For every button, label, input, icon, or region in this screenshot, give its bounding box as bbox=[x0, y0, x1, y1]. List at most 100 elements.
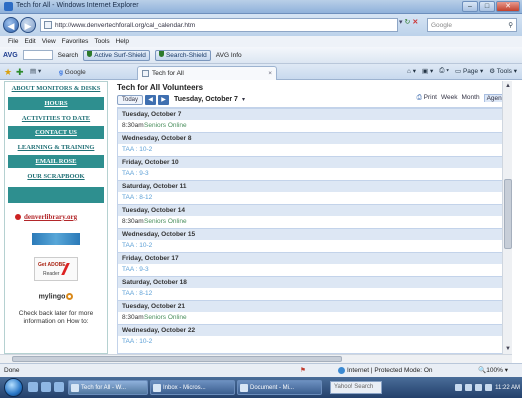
favorites-star-icon[interactable]: ★ bbox=[4, 67, 14, 77]
quicklaunch-desktop-icon[interactable] bbox=[54, 382, 64, 392]
menu-edit[interactable]: Edit bbox=[24, 36, 35, 47]
prev-arrow-button[interactable]: ◀ bbox=[145, 94, 157, 105]
clock[interactable]: 11:22 AM bbox=[495, 385, 520, 391]
quicklaunch-ie-icon[interactable] bbox=[28, 382, 38, 392]
zoom-level[interactable]: 🔍100% ▾ bbox=[478, 364, 508, 377]
page-menu[interactable]: ▭ Page ▾ bbox=[455, 67, 483, 75]
tab-tech-for-all[interactable]: Tech for All × bbox=[137, 66, 277, 80]
event-title[interactable]: TAA : 9-3 bbox=[122, 264, 149, 276]
menu-tools[interactable]: Tools bbox=[94, 36, 109, 47]
event-title[interactable]: Seniors Online bbox=[144, 120, 187, 132]
quicklaunch-folder-icon[interactable] bbox=[41, 382, 51, 392]
active-surf-shield-button[interactable]: Active Surf-Shield bbox=[83, 49, 150, 61]
task-document[interactable]: Document - Mi... bbox=[237, 380, 322, 395]
globe-icon bbox=[338, 366, 345, 374]
tray-antivirus-icon[interactable] bbox=[475, 384, 483, 391]
toolbar-search-field[interactable] bbox=[22, 50, 53, 60]
event-title[interactable]: TAA : 10-2 bbox=[122, 144, 152, 156]
quick-tabs-icon[interactable]: ▤ ▾ bbox=[30, 67, 41, 75]
dropdown-arrow-icon[interactable]: ▾ bbox=[399, 18, 403, 26]
agenda-day-header: Tuesday, October 7 bbox=[118, 108, 505, 120]
refresh-icon[interactable]: ↻ bbox=[405, 18, 411, 26]
tools-menu[interactable]: ⚙ Tools ▾ bbox=[489, 67, 517, 75]
about-monitors-link[interactable]: ABOUT MONITORS & DISKS bbox=[5, 85, 107, 93]
minimize-button[interactable]: – bbox=[462, 1, 478, 12]
search-shield-button[interactable]: Search-Shield bbox=[154, 49, 211, 61]
print-button[interactable]: ⎙ Print bbox=[417, 94, 437, 102]
close-tab-icon[interactable]: × bbox=[268, 67, 272, 80]
close-button[interactable]: ✕ bbox=[496, 1, 520, 12]
security-warning-icon[interactable]: ⚑ bbox=[300, 364, 306, 377]
tab-month[interactable]: Month bbox=[462, 94, 480, 102]
active-surf-shield-label: Active Surf-Shield bbox=[94, 51, 146, 59]
address-bar[interactable]: http://www.denvertechforall.org/cal_cale… bbox=[40, 18, 398, 32]
event-title[interactable]: TAA : 8-12 bbox=[122, 288, 152, 300]
horizontal-scrollbar[interactable] bbox=[0, 354, 512, 363]
agenda-event[interactable]: 8:30am Seniors Online bbox=[118, 216, 505, 228]
home-icon[interactable]: ⌂ ▾ bbox=[407, 67, 416, 75]
agenda-event[interactable]: TAA : 10-2 bbox=[118, 144, 505, 156]
print-icon[interactable]: ⎙ ▾ bbox=[439, 67, 449, 75]
tools-menu-label: Tools bbox=[496, 68, 512, 75]
mylingo-link[interactable]: mylingo bbox=[5, 293, 107, 300]
agenda-event[interactable]: 8:30am Seniors Online bbox=[118, 120, 505, 132]
tray-network-icon[interactable] bbox=[455, 384, 463, 391]
tray-update-icon[interactable] bbox=[485, 384, 493, 391]
maximize-button[interactable]: □ bbox=[479, 1, 495, 12]
agenda-event[interactable]: 8:30am Seniors Online bbox=[118, 312, 505, 324]
agenda-event[interactable]: TAA : 9-3 bbox=[118, 264, 505, 276]
event-title[interactable]: TAA : 8-12 bbox=[122, 192, 152, 204]
horizontal-scroll-thumb[interactable] bbox=[12, 356, 342, 362]
sidebar-item-hours[interactable]: HOURS bbox=[8, 97, 104, 110]
next-arrow-button[interactable]: ▶ bbox=[158, 94, 170, 105]
task-ie[interactable]: Tech for All - W... bbox=[68, 380, 148, 395]
tab-google[interactable]: g Google bbox=[54, 66, 91, 79]
stop-icon[interactable]: ✕ bbox=[412, 18, 418, 26]
agenda-event[interactable]: TAA : 9-3 bbox=[118, 168, 505, 180]
sidebar-item-scrapbook[interactable]: OUR SCRAPBOOK bbox=[5, 173, 107, 180]
sidebar-item-activities[interactable]: ACTIVITIES TO DATE bbox=[5, 115, 107, 122]
task-inbox[interactable]: Inbox - Micros... bbox=[150, 380, 235, 395]
search-icon[interactable]: ⚲ bbox=[508, 21, 513, 29]
feeds-icon[interactable]: ▣ ▾ bbox=[422, 67, 433, 75]
back-button[interactable]: ◀ bbox=[3, 17, 19, 33]
sidebar-item-email[interactable]: EMAIL ROSE bbox=[8, 155, 104, 168]
print-label: Print bbox=[423, 94, 437, 101]
chevron-down-icon[interactable]: ▾ bbox=[242, 96, 245, 103]
agenda-event[interactable]: TAA : 8-12 bbox=[118, 192, 505, 204]
partner-logo-image[interactable] bbox=[32, 233, 80, 245]
menu-favorites[interactable]: Favorites bbox=[62, 36, 89, 47]
scroll-up-icon[interactable]: ▲ bbox=[503, 81, 512, 91]
sidebar-item-contact[interactable]: CONTACT US bbox=[8, 126, 104, 139]
adobe-reader-link[interactable]: Get ADOBE Reader bbox=[34, 257, 78, 281]
agenda-event[interactable]: TAA : 10-2 bbox=[118, 240, 505, 252]
scroll-down-icon[interactable]: ▼ bbox=[503, 344, 512, 354]
event-title[interactable]: Seniors Online bbox=[144, 312, 187, 324]
add-favorite-icon[interactable]: ✚ bbox=[16, 67, 26, 77]
search-box[interactable]: Google ⚲ bbox=[427, 18, 517, 32]
scroll-thumb[interactable] bbox=[504, 179, 512, 249]
avg-logo[interactable]: AVG bbox=[3, 52, 18, 59]
menu-file[interactable]: File bbox=[8, 36, 18, 47]
event-title[interactable]: TAA : 10-2 bbox=[122, 240, 152, 252]
event-title[interactable]: TAA : 10-2 bbox=[122, 336, 152, 348]
vertical-scrollbar[interactable]: ▲ ▼ bbox=[502, 81, 512, 354]
taskbar-search-field[interactable]: Yahoo! Search bbox=[330, 381, 382, 394]
forward-button[interactable]: ▶ bbox=[20, 17, 36, 33]
address-url[interactable]: http://www.denvertechforall.org/cal_cale… bbox=[55, 22, 195, 29]
tab-week[interactable]: Week bbox=[441, 94, 458, 102]
today-button[interactable]: Today bbox=[117, 94, 144, 105]
start-button[interactable] bbox=[4, 378, 23, 397]
avg-info-button[interactable]: AVG Info bbox=[216, 52, 242, 59]
event-title[interactable]: Seniors Online bbox=[144, 216, 187, 228]
toolbar-search-button[interactable]: Search bbox=[58, 52, 79, 59]
security-zone[interactable]: Internet | Protected Mode: On bbox=[338, 364, 433, 377]
menu-view[interactable]: View bbox=[42, 36, 56, 47]
tray-volume-icon[interactable] bbox=[465, 384, 473, 391]
agenda-event[interactable]: TAA : 10-2 bbox=[118, 336, 505, 348]
menu-help[interactable]: Help bbox=[116, 36, 129, 47]
event-title[interactable]: TAA : 9-3 bbox=[122, 168, 149, 180]
sidebar-item-learning[interactable]: LEARNING & TRAINING bbox=[5, 144, 107, 151]
agenda-event[interactable]: TAA : 8-12 bbox=[118, 288, 505, 300]
denver-library-link[interactable]: denverlibrary.org bbox=[15, 213, 107, 221]
